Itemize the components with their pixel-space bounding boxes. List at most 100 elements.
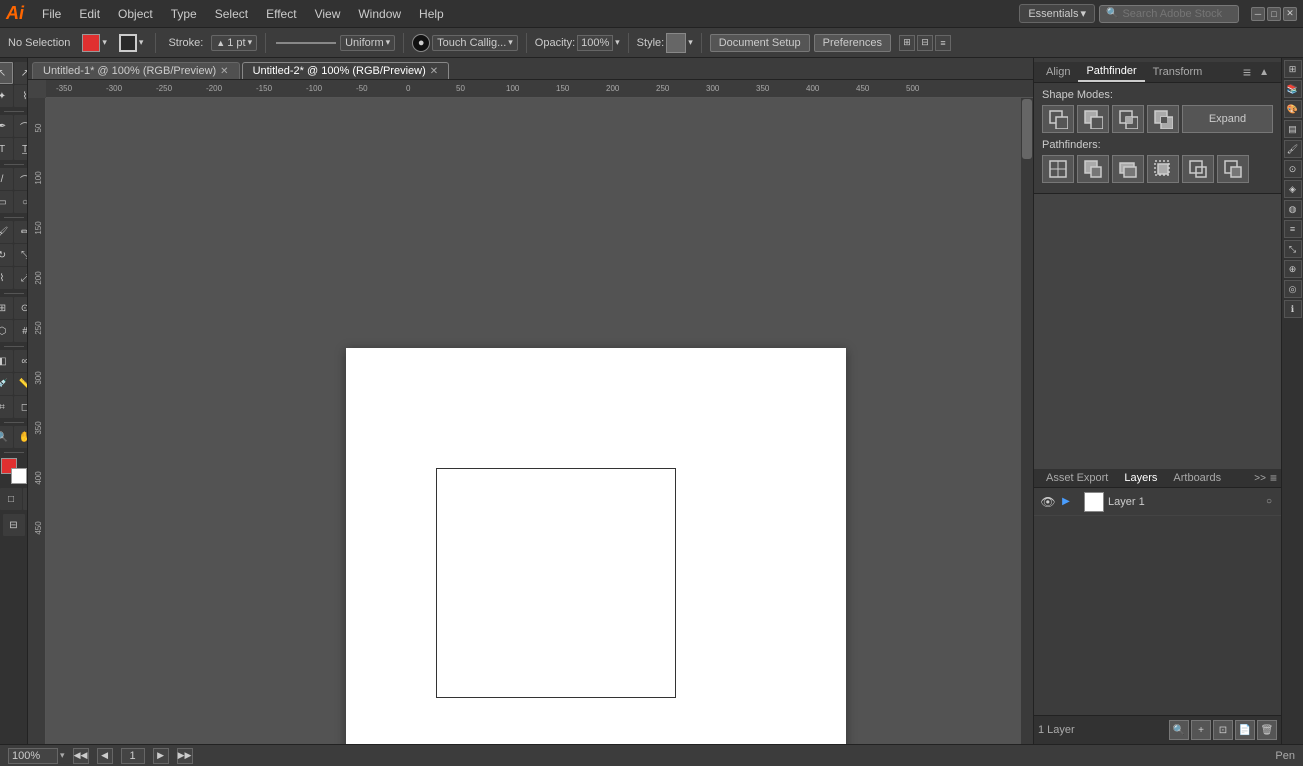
blend-tool[interactable]: ∞ (14, 350, 28, 372)
tab-close-icon[interactable]: ✕ (430, 66, 438, 77)
subtract-shape-mode[interactable] (1077, 105, 1109, 133)
outline-pathfinder[interactable] (1182, 155, 1214, 183)
panel-collapse[interactable]: ▲ (1251, 64, 1277, 81)
tab-layers[interactable]: Layers (1116, 469, 1165, 487)
layer-visibility-icon[interactable]: 👁 (1038, 495, 1058, 509)
color-icon[interactable]: 🎨 (1284, 100, 1302, 118)
width-tool[interactable]: ⤢ (14, 267, 28, 289)
rectangle-tool[interactable]: ▭ (0, 191, 13, 213)
symbols-icon[interactable]: ⊙ (1284, 160, 1302, 178)
nav-prev-button[interactable]: ◀◀ (73, 748, 89, 764)
fill-color-box[interactable]: ▾ (78, 32, 111, 54)
document-setup-button[interactable]: Document Setup (710, 34, 810, 52)
tab-align[interactable]: Align (1038, 63, 1078, 81)
scale-tool[interactable]: ⤡ (14, 244, 28, 266)
free-transform-tool[interactable]: ⊞ (0, 297, 13, 319)
navigator-icon[interactable]: ◎ (1284, 280, 1302, 298)
transform-icon[interactable]: ⤡ (1284, 240, 1302, 258)
merge-pathfinder[interactable] (1112, 155, 1144, 183)
style-swatch[interactable] (666, 33, 686, 53)
align-icon[interactable]: ≡ (1284, 220, 1302, 238)
scroll-thumb[interactable] (1022, 99, 1032, 159)
intersect-shape-mode[interactable] (1112, 105, 1144, 133)
properties-icon[interactable]: ⊞ (1284, 60, 1302, 78)
minimize-button[interactable]: ─ (1251, 7, 1265, 21)
appearance-icon[interactable]: ◍ (1284, 200, 1302, 218)
stroke-uniform-dropdown[interactable]: Uniform ▾ (340, 35, 395, 51)
libraries-icon[interactable]: 📚 (1284, 80, 1302, 98)
menu-edit[interactable]: Edit (71, 5, 108, 23)
slice-tool[interactable]: ⌗ (0, 396, 13, 418)
tab-asset-export[interactable]: Asset Export (1038, 469, 1116, 487)
normal-draw-mode[interactable]: □ (0, 488, 22, 510)
menu-window[interactable]: Window (350, 5, 409, 23)
tab-close-icon[interactable]: ✕ (220, 66, 228, 77)
add-shape-mode[interactable] (1042, 105, 1074, 133)
menu-help[interactable]: Help (411, 5, 452, 23)
puppet-warp-tool[interactable]: ⊙ (14, 297, 28, 319)
delete-layer-button[interactable]: 🗑 (1257, 720, 1277, 740)
zoom-tool[interactable]: 🔍 (0, 426, 13, 448)
mesh-tool[interactable]: # (14, 320, 28, 342)
crop-pathfinder[interactable] (1147, 155, 1179, 183)
swatches-icon[interactable]: ▤ (1284, 120, 1302, 138)
arrange-icon-2[interactable]: ⊟ (917, 35, 933, 51)
exclude-shape-mode[interactable] (1147, 105, 1179, 133)
layer-expand-arrow[interactable]: ▶ (1058, 496, 1074, 507)
background-color[interactable] (11, 468, 27, 484)
panel-options-icon[interactable]: ≡ (1270, 471, 1277, 485)
new-layer-button[interactable]: 📄 (1235, 720, 1255, 740)
search-input[interactable] (1122, 8, 1232, 20)
pathfinder-icon[interactable]: ⊕ (1284, 260, 1302, 278)
line-tool[interactable]: / (0, 168, 13, 190)
search-box[interactable]: 🔍 (1099, 5, 1239, 23)
divide-pathfinder[interactable] (1042, 155, 1074, 183)
arrange-icon[interactable]: ⊞ (899, 35, 915, 51)
tab-transform[interactable]: Transform (1145, 63, 1211, 81)
document-canvas[interactable] (46, 98, 1033, 744)
nav-forward-button[interactable]: ▶ (153, 748, 169, 764)
menu-select[interactable]: Select (207, 5, 256, 23)
perspective-tool[interactable]: ⬡ (0, 320, 13, 342)
eyedropper-tool[interactable]: 💉 (0, 373, 13, 395)
area-type-tool[interactable]: T̲ (14, 138, 28, 160)
tab-untitled-2[interactable]: Untitled-2* @ 100% (RGB/Preview) ✕ (242, 62, 450, 79)
pencil-tool[interactable]: ✏ (14, 221, 28, 243)
ellipse-tool[interactable]: ○ (14, 191, 28, 213)
nav-next-button[interactable]: ▶▶ (177, 748, 193, 764)
graphic-styles-icon[interactable]: ◈ (1284, 180, 1302, 198)
preferences-button[interactable]: Preferences (814, 34, 891, 52)
page-input[interactable] (121, 748, 145, 764)
trim-pathfinder[interactable] (1077, 155, 1109, 183)
measure-tool[interactable]: 📏 (14, 373, 28, 395)
maximize-button[interactable]: □ (1267, 7, 1281, 21)
add-layer-button[interactable]: + (1191, 720, 1211, 740)
curvature-tool[interactable]: ⌒ (14, 115, 28, 137)
panel-options-icon[interactable]: ≡ (1243, 64, 1251, 80)
lasso-tool[interactable]: ⌇ (14, 85, 28, 107)
eraser-tool[interactable]: ◻ (14, 396, 28, 418)
menu-type[interactable]: Type (163, 5, 205, 23)
close-button[interactable]: ✕ (1283, 7, 1297, 21)
gradient-tool[interactable]: ◧ (0, 350, 13, 372)
type-tool[interactable]: T (0, 138, 13, 160)
tab-pathfinder[interactable]: Pathfinder (1078, 62, 1144, 82)
selection-tool[interactable]: ↖ (0, 62, 13, 84)
nav-back-button[interactable]: ◀ (97, 748, 113, 764)
hand-tool[interactable]: ✋ (14, 426, 28, 448)
menu-effect[interactable]: Effect (258, 5, 304, 23)
opacity-input[interactable] (577, 35, 613, 51)
warp-tool[interactable]: ⌇ (0, 267, 13, 289)
zoom-input[interactable] (8, 748, 58, 764)
stroke-color-box[interactable]: ▾ (115, 32, 148, 54)
paintbrush-tool[interactable]: 🖌 (0, 221, 13, 243)
tab-artboards[interactable]: Artboards (1165, 469, 1229, 487)
arrange-icon-3[interactable]: ≡ (935, 35, 951, 51)
info-icon[interactable]: ℹ (1284, 300, 1302, 318)
vertical-scrollbar[interactable] (1021, 98, 1033, 744)
minus-back-pathfinder[interactable] (1217, 155, 1249, 183)
stroke-swatch[interactable] (119, 34, 137, 52)
layer-target-icon[interactable]: ○ (1261, 496, 1277, 507)
menu-view[interactable]: View (307, 5, 349, 23)
search-layer-button[interactable]: 🔍 (1169, 720, 1189, 740)
